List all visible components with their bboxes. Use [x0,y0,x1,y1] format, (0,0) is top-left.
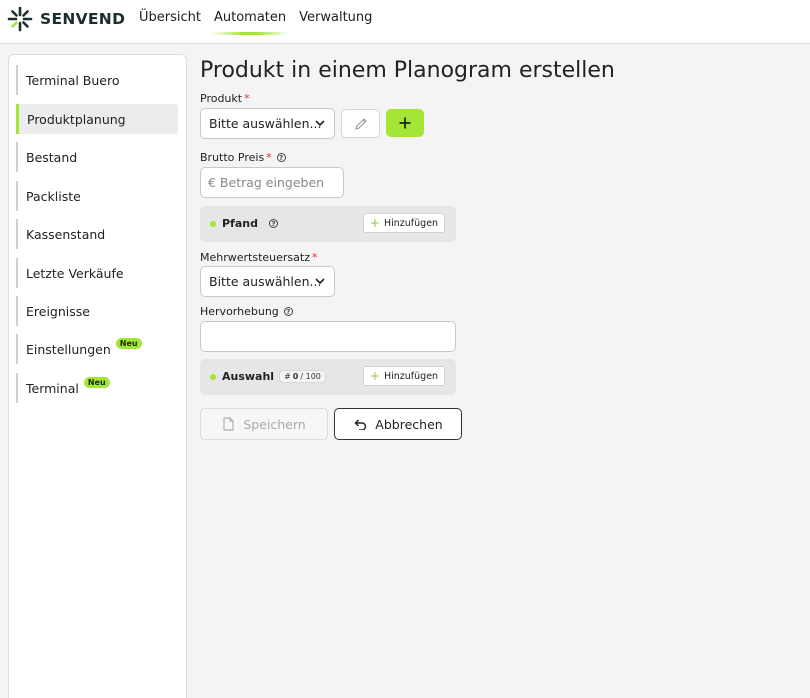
required-marker: * [244,92,250,105]
sidebar-item-letzte-verkaeufe[interactable]: Letzte Verkäufe [16,258,178,288]
sidebar-item-einstellungen[interactable]: Einstellungen Neu [16,334,178,364]
produkt-label-text: Produkt [200,92,243,105]
logo[interactable]: SENVEND [6,5,125,33]
pfand-panel: Pfand? + Hinzufügen [200,206,456,242]
cancel-button[interactable]: Abbrechen [334,408,462,440]
auswahl-title: Auswahl # 0 / 100 [222,370,326,383]
plus-icon: + [369,216,380,230]
hervorhebung-label-text: Hervorhebung [200,305,279,318]
plus-icon: + [369,369,380,383]
help-icon[interactable]: ? [268,219,278,228]
help-icon[interactable]: ? [283,307,293,316]
cancel-button-label: Abbrechen [375,416,443,432]
sidebar-item-label: Terminal Buero [26,72,120,88]
sidebar-item-label: Terminal [26,380,79,396]
mwst-label: Mehrwertsteuersatz * [200,251,317,264]
nav-uebersicht[interactable]: Übersicht [139,10,201,31]
required-marker: * [311,251,318,264]
save-button-label: Speichern [243,416,306,432]
mwst-label-text: Mehrwertsteuersatz [200,251,310,264]
hash-icon: # [284,372,291,381]
sidebar-item-label: Kassenstand [26,226,106,242]
hervorhebung-input[interactable] [200,321,456,352]
sidebar-item-terminal[interactable]: Terminal Neu [16,373,178,403]
sidebar-item-kassenstand[interactable]: Kassenstand [16,219,178,249]
nav-verwaltung[interactable]: Verwaltung [299,10,372,31]
chevron-down-icon [315,278,325,285]
add-pfand-label: Hinzufügen [383,217,439,229]
pencil-icon [354,117,367,130]
top-bar: SENVEND Übersicht Automaten Verwaltung [0,0,810,44]
auswahl-title-text: Auswahl [222,370,275,383]
mwst-select-value: Bitte auswählen... [209,274,322,289]
auswahl-counter: # 0 / 100 [279,370,326,383]
required-marker: * [266,151,272,164]
brand-name: SENVEND [40,10,126,28]
pfand-title: Pfand? [222,217,278,230]
produkt-select-value: Bitte auswählen... [209,116,322,131]
sidebar-item-ereignisse[interactable]: Ereignisse [16,296,178,326]
nav-automaten[interactable]: Automaten [211,10,289,35]
produkt-select[interactable]: Bitte auswählen... [200,108,335,139]
auswahl-max: / 100 [300,372,321,381]
add-pfand-button[interactable]: + Hinzufügen [363,213,445,233]
plus-icon [399,117,411,129]
sidebar-item-label: Ereignisse [26,303,90,319]
new-badge: Neu [83,376,110,388]
mwst-select[interactable]: Bitte auswählen... [200,266,335,297]
help-icon[interactable]: ? [276,153,286,162]
sidebar-item-label: Einstellungen [26,341,111,357]
brutto-preis-label-text: Brutto Preis [200,151,265,164]
new-badge: Neu [115,337,142,349]
brutto-preis-label: Brutto Preis *? [200,151,286,164]
hervorhebung-label: Hervorhebung? [200,305,293,318]
add-produkt-button[interactable] [386,109,424,137]
sidebar-item-packliste[interactable]: Packliste [16,181,178,211]
chevron-down-icon [315,120,325,127]
pfand-title-text: Pfand [222,217,258,230]
sidebar-item-label: Packliste [26,188,81,204]
auswahl-panel: Auswahl # 0 / 100 + Hinzufügen [200,359,456,395]
status-dot [210,221,216,227]
produkt-label: Produkt * [200,92,250,105]
file-icon [223,417,234,431]
edit-produkt-button[interactable] [341,109,380,138]
undo-icon [354,419,367,430]
auswahl-count: 0 [292,372,299,381]
add-auswahl-label: Hinzufügen [383,370,439,382]
brutto-preis-input[interactable]: € Betrag eingeben [200,167,344,198]
brutto-preis-placeholder: € Betrag eingeben [208,175,325,190]
sidebar-item-bestand[interactable]: Bestand [16,142,178,172]
page-title: Produkt in einem Planogram erstellen [200,58,615,83]
senvend-logo-icon [7,6,33,32]
sidebar-item-terminal-buero[interactable]: Terminal Buero [16,65,178,95]
sidebar-item-label: Letzte Verkäufe [26,265,124,281]
save-button[interactable]: Speichern [200,408,328,440]
status-dot [210,374,216,380]
sidebar: Terminal Buero Produktplanung Bestand Pa… [8,54,187,698]
sidebar-item-label: Produktplanung [27,111,126,127]
sidebar-item-produktplanung[interactable]: Produktplanung [16,104,178,134]
main-nav: Übersicht Automaten Verwaltung [139,10,385,35]
sidebar-item-label: Bestand [26,149,78,165]
add-auswahl-button[interactable]: + Hinzufügen [363,366,445,386]
